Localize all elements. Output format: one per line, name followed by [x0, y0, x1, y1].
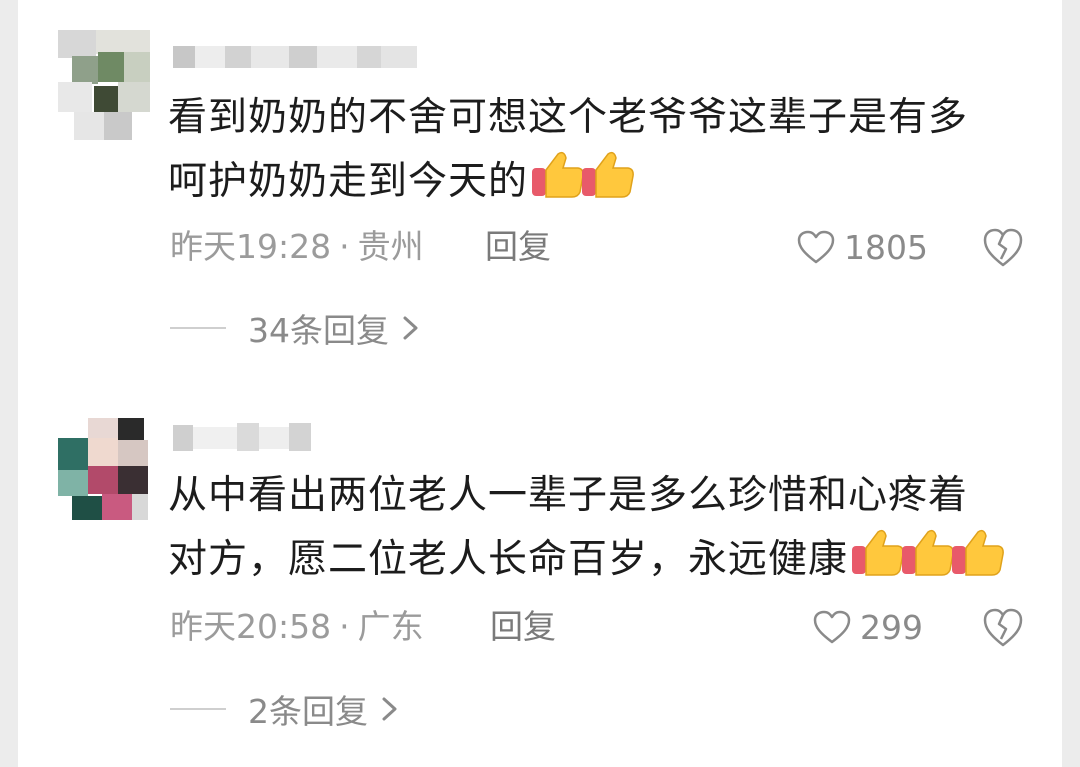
- divider-line: [170, 327, 226, 329]
- avatar[interactable]: [58, 418, 150, 528]
- thumbs-up-emoji: [952, 529, 1004, 576]
- thumbs-up-emoji: [532, 151, 584, 198]
- comment-text-line: 呵护奶奶走到今天的: [168, 148, 1048, 212]
- comment-meta: 昨天19:28 · 贵州: [170, 222, 424, 272]
- chevron-right-icon: [382, 697, 397, 721]
- like-count: 299: [860, 607, 923, 647]
- chevron-right-icon: [403, 316, 418, 340]
- comment-text: 从中看出两位老人一辈子是多么珍惜和心疼着 对方，愿二位老人长命百岁，永远健康: [168, 466, 1048, 590]
- like-button[interactable]: 1805: [796, 222, 928, 272]
- meta-separator: ·: [339, 227, 350, 266]
- comment-text: 看到奶奶的不舍可想这个老爷爷这辈子是有多 呵护奶奶走到今天的: [168, 88, 1048, 212]
- reply-button[interactable]: 回复: [490, 602, 556, 652]
- broken-heart-icon[interactable]: [978, 222, 1028, 272]
- comment-time: 昨天19:28: [170, 227, 332, 266]
- username-blurred[interactable]: [173, 423, 311, 451]
- view-replies-button[interactable]: 2条回复: [170, 684, 402, 734]
- comment-text-line: 看到奶奶的不舍可想这个老爷爷这辈子是有多: [168, 95, 969, 140]
- meta-separator: ·: [339, 607, 350, 646]
- divider-line: [170, 708, 226, 710]
- replies-count-label: 2条回复: [248, 692, 368, 731]
- broken-heart-icon[interactable]: [978, 602, 1028, 652]
- comment-meta: 昨天20:58 · 广东: [170, 602, 424, 652]
- comment-panel: 看到奶奶的不舍可想这个老爷爷这辈子是有多 呵护奶奶走到今天的 昨天19:28 · 贵…: [18, 0, 1062, 767]
- thumbs-up-emoji: [902, 529, 954, 576]
- thumbs-up-emoji-group: [850, 526, 1004, 578]
- like-button[interactable]: 299: [812, 602, 923, 652]
- avatar[interactable]: [58, 30, 150, 140]
- username-blurred[interactable]: [173, 44, 417, 70]
- thumbs-up-emoji: [582, 151, 634, 198]
- like-count: 1805: [844, 227, 928, 267]
- heart-outline-icon: [813, 610, 851, 644]
- comment-text-line: 从中看出两位老人一辈子是多么珍惜和心疼着: [168, 473, 969, 518]
- view-replies-button[interactable]: 34条回复: [170, 303, 423, 353]
- comment-text-line: 对方，愿二位老人长命百岁，永远健康: [168, 526, 1048, 590]
- comment-location: 广东: [357, 607, 424, 646]
- reply-button[interactable]: 回复: [485, 222, 551, 272]
- thumbs-up-emoji: [852, 529, 904, 576]
- thumbs-up-emoji-group: [530, 148, 634, 200]
- comment-time: 昨天20:58: [170, 607, 332, 646]
- replies-count-label: 34条回复: [248, 311, 389, 350]
- comment-location: 贵州: [357, 227, 424, 266]
- heart-outline-icon: [797, 230, 835, 264]
